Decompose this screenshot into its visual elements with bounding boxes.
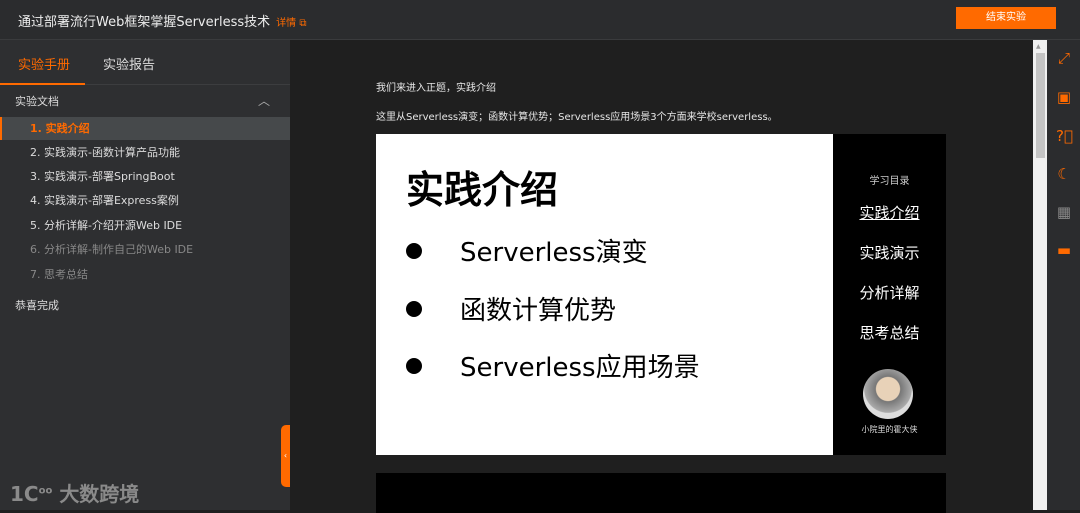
- slide-bullet: Serverless演变: [406, 232, 648, 269]
- content-area: 我们来进入正题，实践介绍 这里从Serverless演变；函数计算优势；Serv…: [290, 40, 1033, 513]
- doc-item[interactable]: 6. 分析详解-制作自己的Web IDE: [0, 238, 290, 261]
- section-header[interactable]: 实验文档: [15, 93, 59, 109]
- doc-item[interactable]: 1. 实践介绍: [0, 117, 290, 140]
- tab-manual[interactable]: 实验手册: [18, 54, 70, 73]
- toc-heading: 学习目录: [869, 176, 910, 187]
- scrollbar-thumb[interactable]: [1036, 53, 1045, 158]
- slide-bullet: 函数计算优势: [406, 290, 616, 327]
- toc-item: 实践演示: [859, 244, 920, 262]
- bullet-dot: [406, 300, 422, 317]
- toc-item: 分析详解: [859, 284, 920, 302]
- external-link-icon: ⧉: [299, 18, 307, 29]
- tab-bar: 实验手册 实验报告: [0, 40, 290, 85]
- bullet-dot: [406, 357, 422, 374]
- watermark-logo: 1Coo 大数跨境: [10, 482, 140, 506]
- collapse-sidebar-button[interactable]: ‹: [281, 425, 290, 487]
- active-tab-indicator: [0, 83, 85, 85]
- doc-item[interactable]: 4. 实践演示-部署Express案例: [0, 189, 290, 212]
- doc-item[interactable]: 5. 分析详解-介绍开源Web IDE: [0, 214, 290, 237]
- end-lab-button[interactable]: 结束实验: [956, 7, 1056, 29]
- qrcode-icon[interactable]: ▦: [1056, 204, 1072, 220]
- bullet-text: 函数计算优势: [460, 296, 617, 326]
- right-toolbar: ⤢ ▣ ?⃝ ☾ ▦ ▬: [1047, 40, 1080, 510]
- chevron-up-icon[interactable]: ︿: [258, 92, 270, 109]
- sidebar: 实验手册 实验报告 实验文档 ︿ 1. 实践介绍 2. 实践演示-函数计算产品功…: [0, 40, 290, 510]
- fullscreen-icon[interactable]: ⤢: [1056, 50, 1072, 66]
- header: 通过部署流行Web框架掌握Serverless技术 详情 ⧉ 结束实验: [0, 0, 1080, 40]
- doc-item[interactable]: 3. 实践演示-部署SpringBoot: [0, 165, 290, 188]
- watermark-text: 大数跨境: [59, 482, 140, 506]
- chat-icon[interactable]: ▬: [1056, 242, 1072, 258]
- scroll-up-icon[interactable]: ▲: [1036, 43, 1041, 50]
- author-name: 小院里的霍大侠: [861, 425, 918, 434]
- bullet-text: Serverless演变: [460, 238, 648, 268]
- slide-title: 实践介绍: [406, 168, 559, 212]
- bullet-dot: [406, 242, 422, 259]
- tab-report[interactable]: 实验报告: [103, 54, 155, 73]
- slide-bullet: Serverless应用场景: [406, 347, 700, 384]
- paragraph: 我们来进入正题，实践介绍: [376, 83, 496, 94]
- lab-title: 通过部署流行Web框架掌握Serverless技术 详情 ⧉: [18, 11, 306, 30]
- calendar-icon[interactable]: ▣: [1056, 89, 1072, 105]
- doc-item[interactable]: 7. 思考总结: [0, 263, 290, 286]
- toc-item: 思考总结: [859, 324, 920, 342]
- scrollbar[interactable]: ▲: [1033, 40, 1047, 510]
- moon-icon[interactable]: ☾: [1056, 166, 1072, 182]
- help-icon[interactable]: ?⃝: [1056, 128, 1073, 144]
- toc-item: 实践介绍: [859, 204, 920, 222]
- doc-item[interactable]: 2. 实践演示-函数计算产品功能: [0, 141, 290, 164]
- detail-link[interactable]: 详情 ⧉: [276, 18, 306, 29]
- done-item[interactable]: 恭喜完成: [15, 297, 59, 313]
- slide-image: 实践介绍 Serverless演变 函数计算优势 Serverless应用场景 …: [376, 134, 946, 455]
- bullet-text: Serverless应用场景: [460, 353, 700, 383]
- author-avatar: [863, 369, 913, 419]
- next-slide-image: [376, 473, 946, 513]
- paragraph: 这里从Serverless演变；函数计算优势；Serverless应用场景3个方…: [376, 112, 778, 123]
- title-text: 通过部署流行Web框架掌握Serverless技术: [18, 15, 271, 30]
- detail-label: 详情: [276, 18, 297, 29]
- slide-main: 实践介绍 Serverless演变 函数计算优势 Serverless应用场景: [376, 134, 833, 455]
